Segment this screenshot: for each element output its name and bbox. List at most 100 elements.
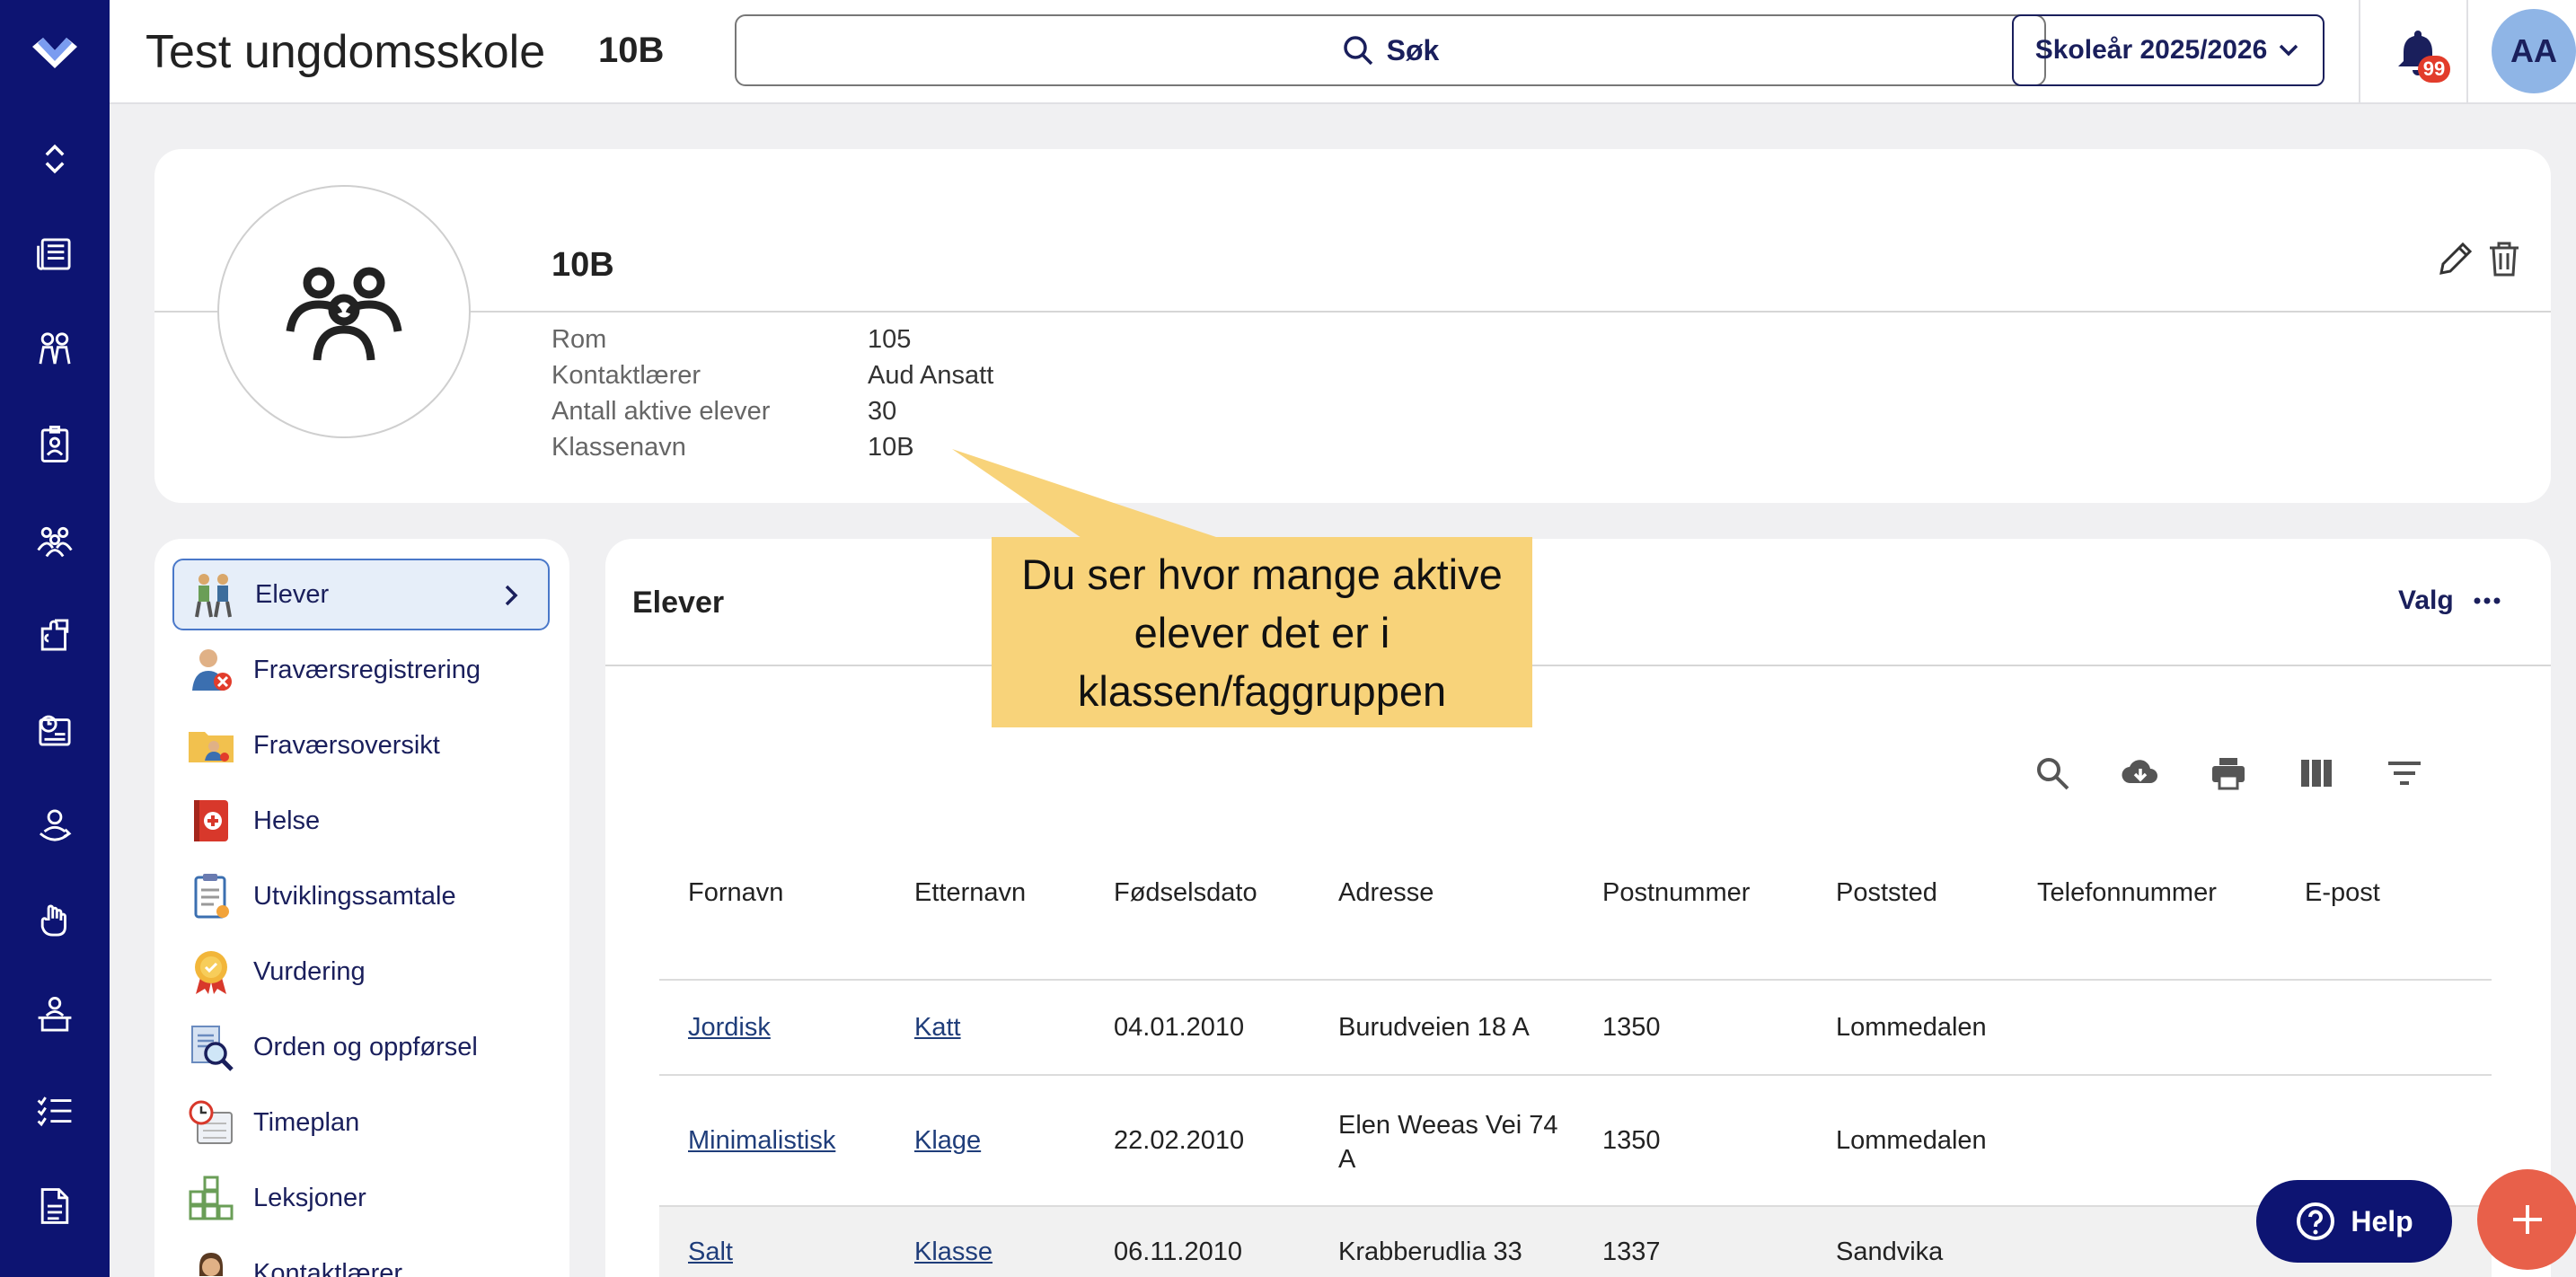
address-cell: Krabberudlia 33 [1338,1237,1522,1266]
table-toolbar [2033,754,2423,792]
divider [2466,0,2468,104]
expand-collapse-icon[interactable] [32,137,77,181]
logo-icon[interactable] [31,34,79,70]
menu-item-timeplan[interactable]: Timeplan [172,1087,550,1158]
students-panel: Elever Valg Fornavn Etternavn Fødselsdat… [605,539,2551,1277]
detail-label: Kontaktlærer [551,361,701,390]
absence-register-icon [192,649,232,691]
city-cell: Lommedalen [1836,1013,1987,1042]
first-name-link[interactable]: Minimalistisk [688,1126,835,1156]
search-icon[interactable] [2033,754,2071,792]
students-icon[interactable] [32,327,77,372]
options-button[interactable]: Valg [2398,586,2501,616]
checklist-icon[interactable] [32,1088,77,1133]
column-header[interactable]: Telefonnummer [2037,878,2217,908]
avatar[interactable]: AA [2492,9,2576,93]
print-icon[interactable] [2210,754,2247,792]
chevron-down-icon [2280,44,2298,57]
column-header[interactable]: Etternavn [914,878,1026,908]
last-name-link[interactable]: Klasse [914,1237,992,1267]
group-icon [286,267,402,361]
detail-value: 105 [868,325,912,354]
help-button[interactable]: Help [2256,1180,2452,1263]
menu-item-fravaersoversikt[interactable]: Fraværsoversikt [172,709,550,781]
menu-item-leksjoner[interactable]: Leksjoner [172,1162,550,1234]
question-circle-icon [2297,1202,2335,1240]
column-header[interactable]: Adresse [1338,878,1434,908]
detail-row-room: Rom 105 [551,325,993,361]
search-icon [1343,36,1372,66]
menu-label: Orden og oppførsel [253,1032,478,1061]
last-name-link[interactable]: Klage [914,1126,981,1156]
menu-item-fravaersregistrering[interactable]: Fraværsregistrering [172,634,550,706]
tutorial-callout: Du ser hvor mange aktive elever det er i… [992,537,1532,727]
news-icon[interactable] [32,232,77,277]
detail-label: Rom [551,325,607,354]
address-cell: Elen Weeas Vei 74 A [1338,1111,1558,1174]
absence-folder-icon [189,732,234,762]
detail-label: Antall aktive elever [551,397,771,426]
menu-item-helse[interactable]: Helse [172,785,550,857]
class-menu: Elever Fraværsregistrering Fraværsoversi… [154,539,569,1277]
school-year-select[interactable]: Skoleår 2025/2026 [2012,14,2325,86]
options-label: Valg [2398,586,2454,615]
menu-item-orden-og-oppforsel[interactable]: Orden og oppførsel [172,1011,550,1083]
column-header[interactable]: E-post [2305,878,2380,908]
detail-value: 30 [868,397,897,426]
table-row[interactable]: Salt Klasse 06.11.2010 Krabberudlia 33 1… [659,1207,2492,1277]
column-header[interactable]: Poststed [1836,878,1937,908]
table-row[interactable]: Jordisk Katt 04.01.2010 Burudveien 18 A … [659,981,2492,1076]
panel-title: Elever [632,586,725,620]
health-icon [194,800,228,841]
schedule-icon[interactable] [32,708,77,753]
puzzle-icon[interactable] [32,612,77,657]
menu-item-utviklingssamtale[interactable]: Utviklingssamtale [172,860,550,932]
left-nav-rail [0,0,110,1277]
menu-label: Kontaktlærer [253,1258,403,1277]
badge-icon[interactable] [32,422,77,467]
first-name-link[interactable]: Salt [688,1237,733,1267]
filter-icon[interactable] [2386,754,2423,792]
table-row[interactable]: Minimalistisk Klage 22.02.2010 Elen Weea… [659,1076,2492,1207]
class-avatar [217,185,471,438]
zip-cell: 1350 [1602,1126,1661,1155]
class-title: 10B [598,31,665,70]
detail-row-class-name: Klassenavn 10B [551,433,993,469]
teacher-icon [199,1253,223,1276]
download-icon[interactable] [2122,754,2159,792]
city-cell: Lommedalen [1836,1126,1987,1155]
column-header[interactable]: Fødselsdato [1114,878,1257,908]
school-year-label: Skoleår 2025/2026 [2034,35,2268,65]
column-header[interactable]: Postnummer [1602,878,1750,908]
detail-label: Klassenavn [551,433,686,462]
edit-icon[interactable] [2436,239,2475,278]
column-header[interactable]: Fornavn [688,878,783,908]
detail-row-active-students: Antall aktive elever 30 [551,397,993,433]
search-field[interactable]: Søk [735,14,2046,86]
last-name-link[interactable]: Katt [914,1013,961,1043]
menu-label: Fraværsregistrering [253,655,481,684]
trash-icon[interactable] [2486,239,2522,278]
teacher-desk-icon[interactable] [32,993,77,1038]
menu-item-vurdering[interactable]: Vurdering [172,936,550,1008]
menu-label: Vurdering [253,956,366,986]
add-fab-button[interactable] [2477,1169,2576,1277]
user-rotate-icon[interactable] [32,803,77,848]
document-icon[interactable] [32,1184,77,1229]
students-hiking-icon [195,574,232,618]
hand-icon[interactable] [32,898,77,943]
columns-icon[interactable] [2298,754,2335,792]
menu-item-elever[interactable]: Elever [172,559,550,630]
first-name-link[interactable]: Jordisk [688,1013,771,1043]
class-details: Rom 105 Kontaktlærer Aud Ansatt Antall akt… [551,325,993,469]
class-name: 10B [551,246,614,284]
menu-label: Leksjoner [253,1183,366,1212]
divider [154,311,2551,313]
groups-icon[interactable] [32,517,77,562]
chevron-right-icon [505,585,518,606]
zip-cell: 1337 [1602,1237,1661,1266]
detail-value: Aud Ansatt [868,361,994,390]
menu-label: Fraværsoversikt [253,730,440,760]
city-cell: Sandvika [1836,1237,1944,1266]
menu-item-kontaktlaerer[interactable]: Kontaktlærer [172,1237,550,1277]
